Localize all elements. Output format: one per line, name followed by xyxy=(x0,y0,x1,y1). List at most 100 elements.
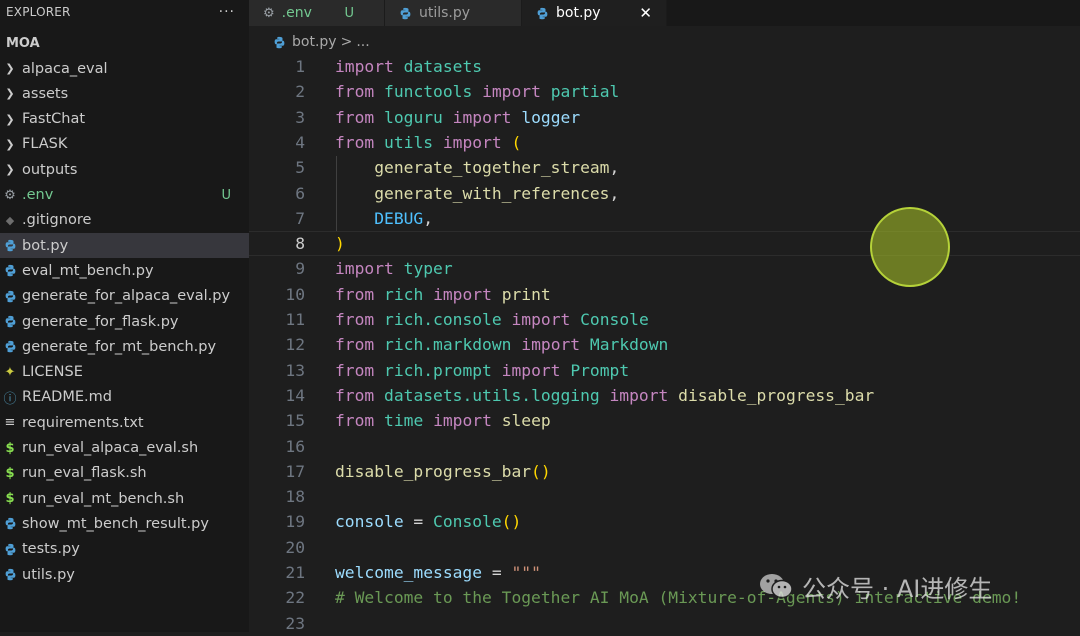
file-tree-item[interactable]: $ run_eval_flask.sh xyxy=(0,461,249,486)
code-text: from rich.markdown import Markdown xyxy=(335,335,668,354)
tab-bot-py[interactable]: bot.py ✕ xyxy=(522,0,667,26)
code-token: import xyxy=(335,259,394,279)
mouse-cursor-highlight xyxy=(870,207,950,287)
file-tree-item[interactable]: ❯ outputs xyxy=(0,157,249,182)
code-line[interactable]: 1 import datasets xyxy=(249,54,1080,79)
license-icon: ✦ xyxy=(4,364,16,380)
file-tree-item-label: .gitignore xyxy=(22,212,92,229)
tab-utils-py[interactable]: utils.py xyxy=(385,0,522,26)
file-tree-item[interactable]: ✦ LICENSE xyxy=(0,360,249,385)
file-tree-item-label: outputs xyxy=(22,161,78,178)
code-line[interactable]: 14 from datasets.utils.logging import dis… xyxy=(249,383,1080,408)
code-line[interactable]: 5 generate_together_stream, xyxy=(249,155,1080,180)
file-tree-item[interactable]: $ run_eval_alpaca_eval.sh xyxy=(0,436,249,461)
code-token: , xyxy=(609,158,620,178)
file-tree-item[interactable]: generate_for_mt_bench.py xyxy=(0,334,249,359)
line-number: 14 xyxy=(285,385,305,405)
code-token: import xyxy=(335,57,394,76)
file-tree-item[interactable]: utils.py xyxy=(0,562,249,587)
close-icon[interactable]: ✕ xyxy=(639,4,652,22)
code-text: from rich.prompt import Prompt xyxy=(335,361,629,380)
python-icon xyxy=(399,7,412,20)
code-token: ( xyxy=(511,132,522,152)
code-text: welcome_message = """ xyxy=(335,563,541,582)
file-tree-item-label: alpaca_eval xyxy=(22,60,108,77)
code-line[interactable]: 11 from rich.console import Console xyxy=(249,307,1080,332)
breadcrumb-rest[interactable]: ... xyxy=(356,34,369,50)
code-line[interactable]: 8) xyxy=(249,231,1080,257)
code-line[interactable]: 7 DEBUG, xyxy=(249,206,1080,231)
line-number: 15 xyxy=(285,411,305,431)
code-line[interactable]: 20 xyxy=(249,535,1080,560)
file-tree-item[interactable]: bot.py xyxy=(0,233,249,259)
file-tree-item[interactable]: ≡ requirements.txt xyxy=(0,410,249,435)
code-line[interactable]: 19 console = Console() xyxy=(249,509,1080,534)
breadcrumb-file[interactable]: bot.py xyxy=(292,34,337,50)
code-line[interactable]: 10 from rich import print xyxy=(249,282,1080,307)
project-folder-title[interactable]: MOA xyxy=(0,24,249,60)
file-tree-item[interactable]: generate_for_flask.py xyxy=(0,309,249,334)
file-tree-item[interactable]: eval_mt_bench.py xyxy=(0,258,249,283)
code-text: from loguru import logger xyxy=(335,108,580,127)
code-line[interactable]: 13 from rich.prompt import Prompt xyxy=(249,358,1080,383)
chevron-right-icon: ❯ xyxy=(5,137,15,151)
file-tree-item[interactable]: ❯ FastChat xyxy=(0,107,249,132)
file-tree-item[interactable]: ❯ alpaca_eval xyxy=(0,56,249,81)
code-line[interactable]: 4 from utils import ( xyxy=(249,130,1080,155)
python-icon xyxy=(2,340,18,353)
code-token: utils xyxy=(384,132,434,152)
line-number: 1 xyxy=(295,57,305,76)
code-token: ) xyxy=(335,234,345,254)
tab-env[interactable]: ⚙ .env U xyxy=(249,0,385,26)
code-text: from time import sleep xyxy=(335,411,551,430)
code-editor[interactable]: 1 import datasets 2 from functools import p… xyxy=(249,54,1080,633)
code-line[interactable]: 6 generate_with_references, xyxy=(249,181,1080,206)
gear-icon: ⚙ xyxy=(4,187,16,203)
file-tree-item[interactable]: ❯ FLASK xyxy=(0,132,249,157)
file-tree-item[interactable]: generate_for_alpaca_eval.py xyxy=(0,284,249,309)
code-token: import xyxy=(521,335,581,355)
file-tree-item-label: utils.py xyxy=(22,566,75,583)
code-token: rich xyxy=(384,284,424,304)
python-icon xyxy=(2,315,18,328)
file-tree-item-label: run_eval_flask.sh xyxy=(22,465,147,482)
file-tree-item[interactable]: ◆ .gitignore xyxy=(0,208,249,233)
file-tree-item[interactable]: ⚙ .env U xyxy=(0,183,249,208)
code-line[interactable]: 17 disable_progress_bar() xyxy=(249,459,1080,484)
explorer-header: EXPLORER ··· xyxy=(0,0,249,24)
chevron-right-icon: ❯ xyxy=(5,163,15,177)
code-line[interactable]: 16 xyxy=(249,434,1080,459)
file-tree-item[interactable]: show_mt_bench_result.py xyxy=(0,511,249,536)
code-line[interactable]: 12 from rich.markdown import Markdown xyxy=(249,332,1080,357)
more-actions-icon[interactable]: ··· xyxy=(219,4,235,20)
python-icon xyxy=(2,239,18,252)
line-number: 23 xyxy=(285,613,305,633)
file-tree-item[interactable]: $ run_eval_mt_bench.sh xyxy=(0,486,249,511)
line-number: 9 xyxy=(295,259,305,279)
code-line[interactable]: 15 from time import sleep xyxy=(249,408,1080,433)
gear-icon: ⚙ xyxy=(263,5,275,21)
code-line[interactable]: 9 import typer xyxy=(249,256,1080,281)
file-tree-item-label: eval_mt_bench.py xyxy=(22,262,154,279)
code-text: generate_with_references, xyxy=(335,184,619,203)
file-tree-item[interactable]: ❯ assets xyxy=(0,81,249,106)
code-token: Prompt xyxy=(570,360,630,380)
file-tree-item[interactable]: tests.py xyxy=(0,537,249,562)
code-line[interactable]: 18 xyxy=(249,484,1080,509)
code-text: console = Console() xyxy=(335,512,521,531)
code-line[interactable]: 3 from loguru import logger xyxy=(249,105,1080,130)
line-number: 11 xyxy=(285,310,305,329)
code-line[interactable]: 2 from functools import partial xyxy=(249,79,1080,104)
code-token: rich.console xyxy=(384,310,502,329)
file-tree-item[interactable]: ⓘ README.md xyxy=(0,385,249,410)
python-icon xyxy=(2,264,18,277)
